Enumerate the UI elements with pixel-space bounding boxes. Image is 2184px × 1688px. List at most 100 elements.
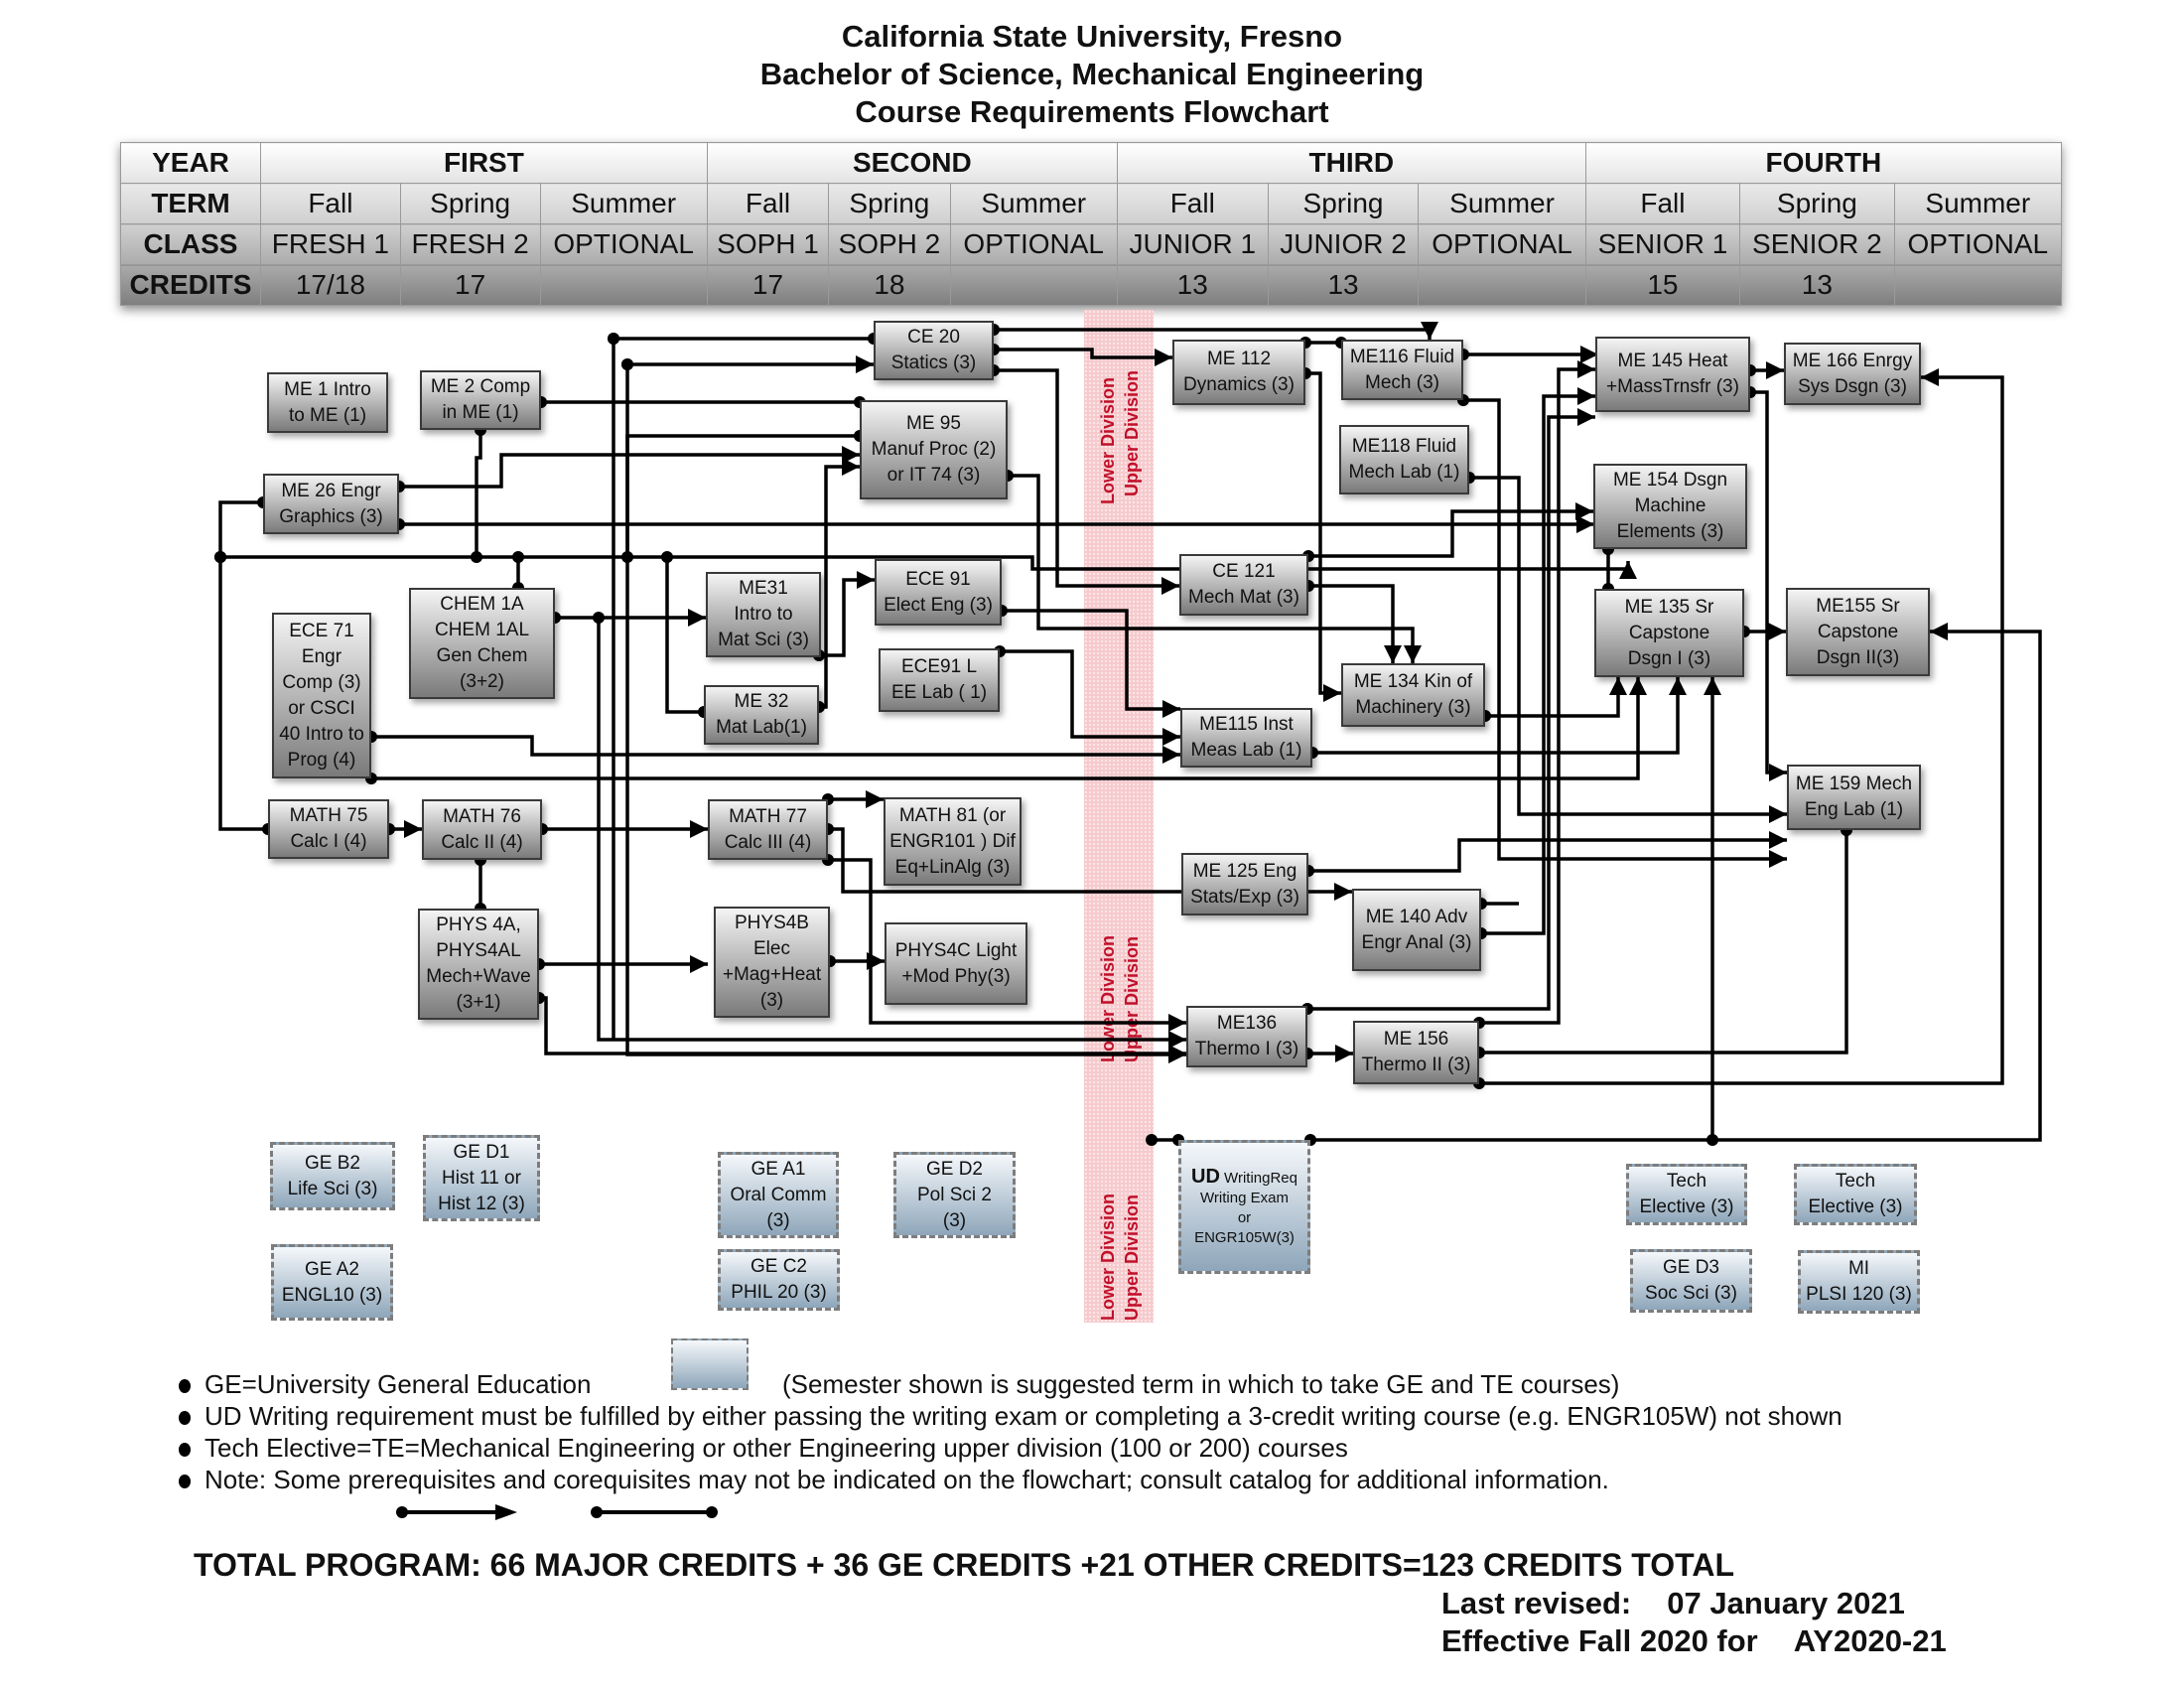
arrowhead-icon xyxy=(857,571,875,589)
connector-dot xyxy=(214,551,226,563)
arrowhead-icon xyxy=(1162,700,1180,718)
course-me31[interactable]: ME31 Intro to Mat Sci (3) xyxy=(706,572,821,657)
legend-item: Note: Some prerequisites and corequisite… xyxy=(177,1464,1843,1495)
arrowhead-icon xyxy=(1162,746,1180,764)
course-ece91[interactable]: ECE 91 Elect Eng (3) xyxy=(875,559,1002,626)
tech-elective-1[interactable]: Tech Elective (3) xyxy=(1626,1164,1747,1225)
arrowhead-icon xyxy=(1629,677,1647,695)
legend-item: UD Writing requirement must be fulfilled… xyxy=(177,1400,1843,1432)
course-math81[interactable]: MATH 81 (or ENGR101 ) Dif Eq+LinAlg (3) xyxy=(884,797,1022,886)
course-me145[interactable]: ME 145 Heat +MassTrnsfr (3) xyxy=(1595,337,1750,412)
course-me134[interactable]: ME 134 Kin of Machinery (3) xyxy=(1341,663,1485,727)
course-phys4a[interactable]: PHYS 4A, PHYS4AL Mech+Wave (3+1) xyxy=(418,909,539,1020)
arrowhead-icon xyxy=(1609,677,1627,695)
course-ce20[interactable]: CE 20 Statics (3) xyxy=(874,321,994,380)
connector-dot xyxy=(661,551,673,563)
course-me95[interactable]: ME 95 Manuf Proc (2) or IT 74 (3) xyxy=(860,400,1008,499)
arrowhead-icon xyxy=(1404,645,1422,663)
connector-line xyxy=(1479,367,1595,1025)
arrowhead-icon xyxy=(1766,361,1784,379)
connector-line xyxy=(819,465,860,709)
ge-a2[interactable]: GE A2 ENGL10 (3) xyxy=(271,1244,393,1321)
arrowhead-icon xyxy=(1323,684,1341,702)
prerequisite-arrow-icon xyxy=(396,1504,517,1520)
ge-c2[interactable]: GE C2 PHIL 20 (3) xyxy=(718,1249,840,1311)
arrowhead-icon xyxy=(866,790,884,808)
course-ece91l[interactable]: ECE91 L EE Lab ( 1) xyxy=(879,648,1000,712)
last-revised-label: Last revised: xyxy=(1441,1586,1632,1620)
course-me112[interactable]: ME 112 Dynamics (3) xyxy=(1172,340,1305,405)
tech-elective-2[interactable]: Tech Elective (3) xyxy=(1794,1164,1917,1225)
bullet-icon xyxy=(179,1443,191,1457)
connector-line xyxy=(218,500,263,557)
connector-line xyxy=(399,453,860,489)
ge-d2[interactable]: GE D2 Pol Sci 2 (3) xyxy=(893,1152,1016,1238)
connector-dot xyxy=(608,333,619,345)
connector-line xyxy=(1479,830,1848,1055)
arrowhead-icon xyxy=(1930,623,1948,640)
course-me26[interactable]: ME 26 Engr Graphics (3) xyxy=(263,474,399,534)
ud-writing-bold: UD xyxy=(1191,1165,1220,1188)
connector-line xyxy=(1485,677,1620,718)
arrowhead-icon xyxy=(1577,387,1595,405)
course-me140[interactable]: ME 140 Adv Engr Anal (3) xyxy=(1352,889,1481,971)
ud-writing-requirement[interactable]: UD WritingReq Writing Exam or ENGR105W(3… xyxy=(1178,1140,1310,1274)
course-math75[interactable]: MATH 75 Calc I (4) xyxy=(268,799,389,859)
course-me136[interactable]: ME136 Thermo I (3) xyxy=(1186,1006,1307,1067)
course-me118[interactable]: ME118 Fluid Mech Lab (1) xyxy=(1339,425,1469,494)
multicultural-international[interactable]: MI PLSI 120 (3) xyxy=(1798,1250,1920,1314)
course-ece71[interactable]: ECE 71 Engr Comp (3) or CSCI 40 Intro to… xyxy=(272,613,371,778)
effective-label: Effective Fall 2020 for xyxy=(1441,1623,1758,1658)
course-phys4b[interactable]: PHYS4B Elec +Mag+Heat (3) xyxy=(714,907,830,1018)
arrowhead-icon xyxy=(1161,577,1179,595)
arrowhead-icon xyxy=(404,820,422,838)
effective-term: Effective Fall 2020 for AY2020-21 xyxy=(1441,1623,1947,1659)
legend-symbols xyxy=(396,1504,718,1520)
arrowhead-icon xyxy=(1335,1045,1353,1062)
connector-line xyxy=(539,996,1186,1055)
connector-dot xyxy=(621,358,633,370)
total-program-credits: TOTAL PROGRAM: 66 MAJOR CREDITS + 36 GE … xyxy=(194,1547,1734,1583)
course-me116[interactable]: ME116 Fluid Mech (3) xyxy=(1341,340,1463,400)
arrowhead-icon xyxy=(1575,502,1593,520)
course-me135[interactable]: ME 135 Sr Capstone Dsgn I (3) xyxy=(1594,589,1744,677)
connector-dot xyxy=(1146,1134,1158,1146)
ge-b2[interactable]: GE B2 Life Sci (3) xyxy=(270,1142,395,1210)
arrowhead-icon xyxy=(1769,764,1787,781)
connector-line xyxy=(475,430,482,557)
course-math76[interactable]: MATH 76 Calc II (4) xyxy=(422,799,542,860)
course-chem1a[interactable]: CHEM 1A CHEM 1AL Gen Chem (3+2) xyxy=(409,588,555,699)
arrowhead-icon xyxy=(842,458,860,476)
course-me155[interactable]: ME155 Sr Capstone Dsgn II(3) xyxy=(1786,588,1930,676)
connector-line xyxy=(1750,390,1787,774)
last-revised-date: 07 January 2021 xyxy=(1667,1586,1905,1620)
arrowhead-icon xyxy=(1669,677,1687,695)
connector-line xyxy=(1308,509,1593,558)
arrowhead-icon xyxy=(690,955,708,973)
connector-line xyxy=(1000,649,1180,739)
ge-d1[interactable]: GE D1 Hist 11 or Hist 12 (3) xyxy=(423,1135,540,1221)
course-me125[interactable]: ME 125 Eng Stats/Exp (3) xyxy=(1181,853,1308,915)
bullet-icon xyxy=(179,1379,191,1393)
course-phys4c[interactable]: PHYS4C Light +Mod Phy(3) xyxy=(885,922,1027,1005)
connector-line xyxy=(1002,609,1180,711)
arrowhead-icon xyxy=(1769,850,1787,868)
course-ce121[interactable]: CE 121 Mech Mat (3) xyxy=(1179,554,1308,616)
course-me1[interactable]: ME 1 Intro to ME (1) xyxy=(267,372,388,433)
bullet-icon xyxy=(179,1411,191,1425)
arrowhead-icon xyxy=(1162,728,1180,746)
course-me115[interactable]: ME115 Inst Meas Lab (1) xyxy=(1180,708,1312,768)
ge-a1[interactable]: GE A1 Oral Comm (3) xyxy=(718,1152,839,1238)
course-math77[interactable]: MATH 77 Calc III (4) xyxy=(708,799,828,860)
course-me154[interactable]: ME 154 Dsgn Machine Elements (3) xyxy=(1593,464,1747,549)
connector-dot xyxy=(1706,1134,1718,1146)
course-me32[interactable]: ME 32 Mat Lab(1) xyxy=(704,685,819,745)
course-me2[interactable]: ME 2 Comp in ME (1) xyxy=(420,370,541,430)
course-me156[interactable]: ME 156 Thermo II (3) xyxy=(1353,1021,1479,1084)
connector-line xyxy=(1305,371,1341,695)
arrowhead-icon xyxy=(1768,623,1786,640)
ge-d3[interactable]: GE D3 Soc Sci (3) xyxy=(1630,1249,1752,1313)
course-me159[interactable]: ME 159 Mech Eng Lab (1) xyxy=(1787,765,1921,830)
course-me166[interactable]: ME 166 Enrgy Sys Dsgn (3) xyxy=(1784,343,1921,405)
connector-line xyxy=(994,348,1172,359)
